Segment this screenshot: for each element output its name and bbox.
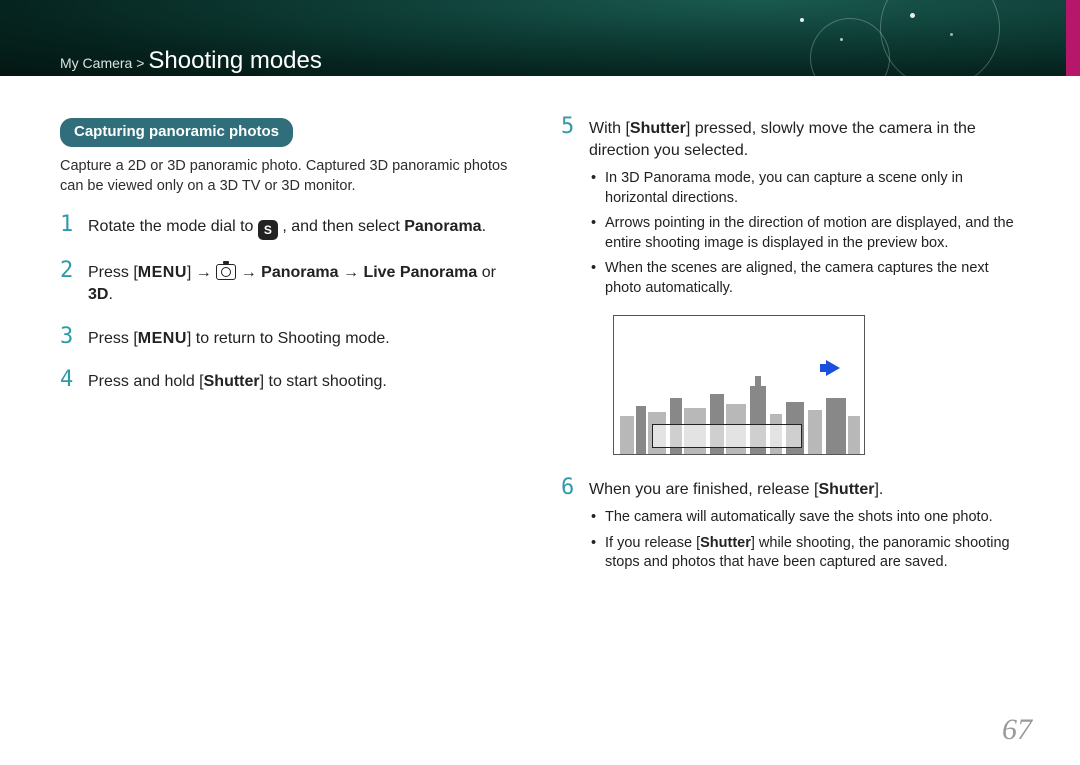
mode-dial-s-icon: S: [258, 220, 278, 240]
steps-list-right: 5 With [Shutter] pressed, slowly move th…: [561, 118, 1026, 573]
step-5: 5 With [Shutter] pressed, slowly move th…: [561, 118, 1026, 455]
header-decoration: [760, 8, 1020, 68]
shutter-label: Shutter: [204, 373, 260, 390]
step-1: 1 Rotate the mode dial to S , and then s…: [60, 216, 525, 240]
step-text: Press and hold [: [88, 373, 204, 390]
step-text: With [: [589, 120, 630, 137]
steps-list-left: 1 Rotate the mode dial to S , and then s…: [60, 216, 525, 392]
note-item: If you release [Shutter] while shooting,…: [589, 534, 1026, 573]
page-title: Shooting modes: [148, 47, 321, 75]
shutter-label: Shutter: [630, 120, 686, 137]
page-number: 67: [1002, 713, 1032, 747]
camera-icon: [216, 264, 236, 280]
note-item: The camera will automatically save the s…: [589, 508, 1026, 528]
panorama-illustration: [613, 315, 865, 455]
step-5-notes: In 3D Panorama mode, you can capture a s…: [589, 169, 1026, 298]
left-column: Capturing panoramic photos Capture a 2D …: [60, 118, 525, 595]
live-panorama-label: Live Panorama: [363, 264, 477, 281]
step-text: When you are finished, release [: [589, 481, 818, 498]
step-text: Rotate the mode dial to: [88, 218, 258, 235]
menu-button-label: MENU: [138, 330, 187, 347]
three-d-label: 3D: [88, 286, 108, 303]
step-text: , and then select: [282, 218, 404, 235]
step-number: 4: [60, 369, 73, 391]
step-4: 4 Press and hold [Shutter] to start shoo…: [60, 371, 525, 393]
step-number: 3: [60, 326, 73, 348]
step-number: 1: [60, 214, 73, 236]
shutter-label: Shutter: [700, 535, 751, 551]
step-3: 3 Press [MENU] to return to Shooting mod…: [60, 328, 525, 350]
shutter-label: Shutter: [818, 481, 874, 498]
breadcrumb: My Camera >: [60, 55, 144, 71]
step-number: 2: [60, 260, 73, 282]
note-item: Arrows pointing in the direction of moti…: [589, 214, 1026, 253]
note-item: In 3D Panorama mode, you can capture a s…: [589, 169, 1026, 208]
direction-arrow-icon: [826, 360, 840, 376]
note-item: When the scenes are aligned, the camera …: [589, 259, 1026, 298]
step-number: 6: [561, 477, 574, 499]
step-2: 2 Press [MENU] → → Panorama → Live Panor…: [60, 262, 525, 305]
page-header: My Camera > Shooting modes: [0, 0, 1080, 76]
step-number: 5: [561, 116, 574, 138]
step-6: 6 When you are finished, release [Shutte…: [561, 479, 1026, 573]
step-text: Press [: [88, 330, 138, 347]
step-text: Press [: [88, 264, 138, 281]
panorama-label: Panorama: [261, 264, 338, 281]
panorama-label: Panorama: [404, 218, 481, 235]
menu-button-label: MENU: [138, 264, 187, 281]
preview-box: [652, 424, 802, 448]
section-heading-pill: Capturing panoramic photos: [60, 118, 293, 147]
right-column: 5 With [Shutter] pressed, slowly move th…: [561, 118, 1026, 595]
step-6-notes: The camera will automatically save the s…: [589, 508, 1026, 573]
content-area: Capturing panoramic photos Capture a 2D …: [0, 76, 1080, 595]
section-intro: Capture a 2D or 3D panoramic photo. Capt…: [60, 157, 525, 196]
